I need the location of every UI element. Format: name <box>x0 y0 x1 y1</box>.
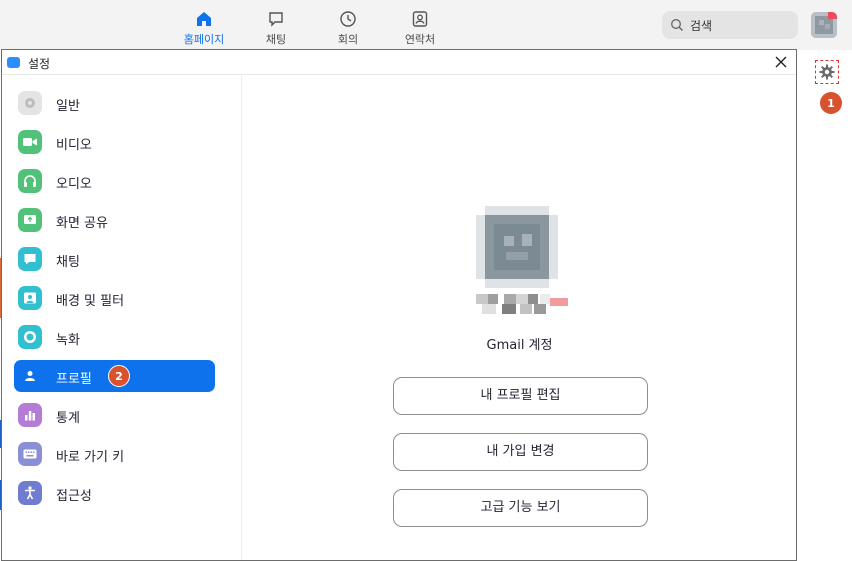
nav-home[interactable]: 홈페이지 <box>174 8 234 48</box>
profile-avatar[interactable] <box>476 206 558 288</box>
background-icon <box>18 286 42 310</box>
search-icon <box>671 19 683 31</box>
sidebar-item-audio[interactable]: 오디오 <box>14 165 215 197</box>
step-badge-2: 2 <box>108 365 130 387</box>
sidebar-item-label: 녹화 <box>56 333 80 348</box>
chat-bubble-icon <box>18 247 42 271</box>
headphones-icon <box>18 169 42 193</box>
contact-icon <box>412 11 428 27</box>
right-panel <box>797 50 852 561</box>
home-icon <box>197 12 211 26</box>
sidebar-item-label: 비디오 <box>56 138 92 153</box>
close-icon[interactable] <box>772 53 790 71</box>
sidebar-item-general[interactable]: 일반 <box>14 87 215 119</box>
search-label: 검색 <box>690 19 713 33</box>
sidebar-item-label: 바로 가기 키 <box>56 450 125 465</box>
gear-icon <box>18 91 42 115</box>
nav-meetings[interactable]: 회의 <box>318 8 378 48</box>
sidebar-item-statistics[interactable]: 통계 <box>14 399 215 431</box>
step-badge-1: 1 <box>820 92 842 114</box>
nav-chat[interactable]: 채팅 <box>246 8 306 48</box>
settings-window: 설정 일반 비디오 오디오 화면 공유 채팅 배경 및 필터 녹화 프로필 2 … <box>1 49 797 561</box>
chat-icon <box>269 12 283 27</box>
sidebar-item-video[interactable]: 비디오 <box>14 126 215 158</box>
sidebar-item-background-filters[interactable]: 배경 및 필터 <box>14 282 215 314</box>
settings-gear-button[interactable] <box>815 60 839 84</box>
sidebar-item-label: 일반 <box>56 99 80 114</box>
sidebar-item-screen-share[interactable]: 화면 공유 <box>14 204 215 236</box>
record-icon <box>18 325 42 349</box>
edit-profile-button[interactable]: 내 프로필 편집 <box>393 377 648 415</box>
top-app-bar: 홈페이지 채팅 회의 연락처 검색 <box>0 0 852 50</box>
sidebar-item-recording[interactable]: 녹화 <box>14 321 215 353</box>
settings-sidebar: 일반 비디오 오디오 화면 공유 채팅 배경 및 필터 녹화 프로필 2 통계 … <box>2 76 242 560</box>
zoom-app-icon <box>7 57 20 68</box>
share-screen-icon <box>18 208 42 232</box>
search-box[interactable]: 검색 <box>662 11 798 39</box>
video-icon <box>18 130 42 154</box>
sidebar-item-label: 프로필 <box>56 372 92 387</box>
profile-panel: Gmail 계정 내 프로필 편집 내 가입 변경 고급 기능 보기 <box>243 76 796 560</box>
window-titlebar: 설정 <box>2 50 796 75</box>
user-name-redacted <box>476 294 568 314</box>
person-icon <box>18 364 42 388</box>
nav-contacts[interactable]: 연락처 <box>390 8 450 48</box>
sidebar-item-label: 화면 공유 <box>56 216 108 231</box>
accessibility-icon <box>18 481 42 505</box>
window-title: 설정 <box>28 57 51 71</box>
nav-chat-label: 채팅 <box>265 33 287 46</box>
notification-dot <box>828 12 837 19</box>
sidebar-item-label: 채팅 <box>56 255 80 270</box>
account-type: Gmail 계정 <box>486 338 553 353</box>
keyboard-icon <box>18 442 42 466</box>
nav-contacts-label: 연락처 <box>404 33 436 46</box>
stats-icon <box>18 403 42 427</box>
sidebar-item-label: 배경 및 필터 <box>56 294 125 309</box>
advanced-features-button[interactable]: 고급 기능 보기 <box>393 489 648 527</box>
sidebar-item-label: 통계 <box>56 411 80 426</box>
sidebar-item-shortcuts[interactable]: 바로 가기 키 <box>14 438 215 470</box>
sidebar-item-profile[interactable]: 프로필 2 <box>14 360 215 392</box>
nav-meetings-label: 회의 <box>337 33 359 46</box>
user-avatar[interactable] <box>811 12 837 38</box>
sidebar-item-accessibility[interactable]: 접근성 <box>14 477 215 509</box>
change-plan-button[interactable]: 내 가입 변경 <box>393 433 648 471</box>
clock-icon <box>340 11 356 27</box>
sidebar-item-label: 접근성 <box>56 489 92 504</box>
sidebar-item-chat[interactable]: 채팅 <box>14 243 215 275</box>
gear-icon <box>819 64 835 80</box>
nav-home-label: 홈페이지 <box>183 33 225 46</box>
sidebar-item-label: 오디오 <box>56 177 92 192</box>
